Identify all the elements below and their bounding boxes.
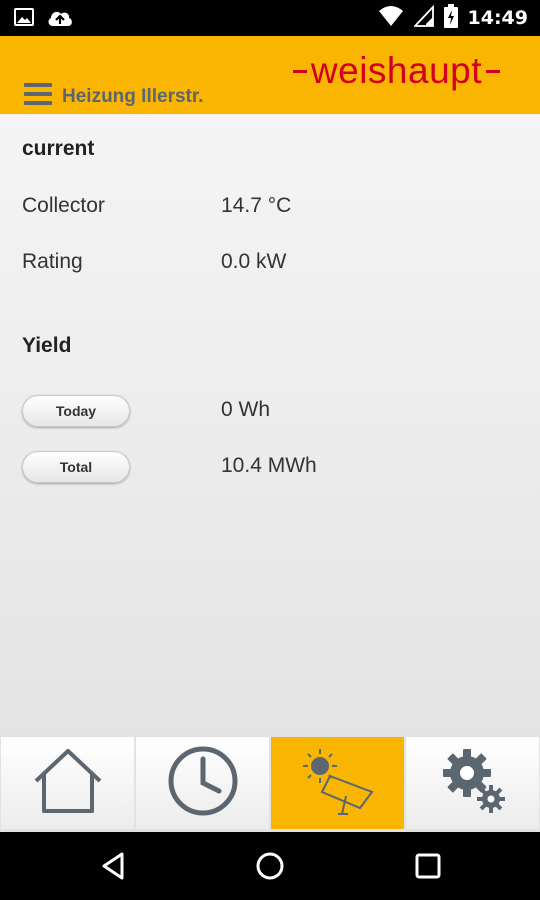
clock-icon xyxy=(167,745,239,822)
yield-heading: Yield xyxy=(22,334,72,357)
solar-collector-icon xyxy=(300,746,376,821)
installation-title[interactable]: Heizung Illerstr. xyxy=(62,86,203,108)
logo-text: weishaupt xyxy=(310,50,482,91)
battery-charging-icon xyxy=(443,3,458,33)
settings-gears-icon xyxy=(437,745,509,822)
cloud-upload-icon xyxy=(46,7,74,32)
image-icon xyxy=(14,7,34,32)
total-button[interactable]: Total xyxy=(22,451,130,483)
collector-label: Collector xyxy=(22,194,105,217)
collector-value: 14.7 °C xyxy=(221,194,292,217)
rating-value: 0.0 kW xyxy=(221,250,287,273)
tab-solar[interactable] xyxy=(271,737,404,829)
current-heading: current xyxy=(22,137,95,160)
today-value: 0 Wh xyxy=(221,398,271,421)
signal-icon xyxy=(412,4,434,32)
app-header: Heizung Illerstr. weishaupt xyxy=(0,36,540,114)
rating-label: Rating xyxy=(22,250,83,273)
home-circle-icon[interactable] xyxy=(254,850,286,882)
home-icon xyxy=(32,745,104,822)
weishaupt-logo: weishaupt xyxy=(292,50,500,92)
main-content: current Collector 14.7 °C Rating 0.0 kW … xyxy=(0,114,540,734)
tab-home[interactable] xyxy=(1,737,134,829)
tab-timer[interactable] xyxy=(136,737,269,829)
back-icon[interactable] xyxy=(98,850,130,882)
tab-settings[interactable] xyxy=(406,737,539,829)
hamburger-menu-icon[interactable] xyxy=(24,83,52,107)
status-bar: 14:49 xyxy=(0,0,540,36)
total-value: 10.4 MWh xyxy=(221,454,317,477)
today-button[interactable]: Today xyxy=(22,395,130,427)
recents-icon[interactable] xyxy=(412,850,444,882)
bottom-tab-bar xyxy=(0,734,540,832)
wifi-icon xyxy=(378,5,404,32)
system-nav-bar xyxy=(0,832,540,900)
clock-time: 14:49 xyxy=(467,7,528,29)
